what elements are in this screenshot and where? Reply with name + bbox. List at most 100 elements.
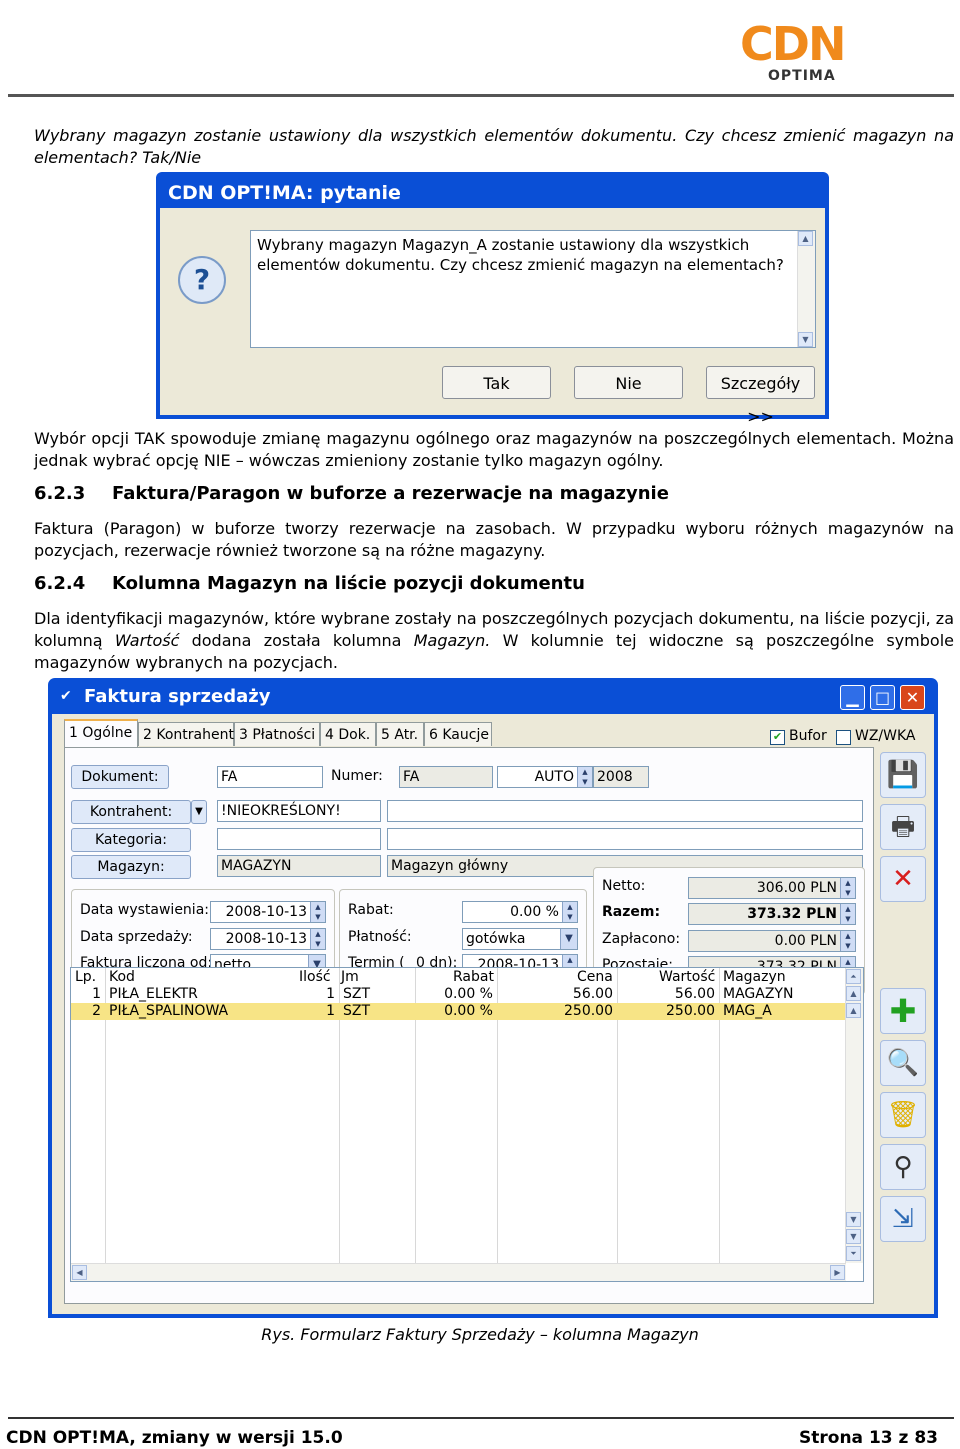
edit-icon[interactable]: 🔍 <box>880 1040 926 1086</box>
dialog-message-line1: Wybrany magazyn Magazyn_A zostanie ustaw… <box>257 236 750 254</box>
cancel-icon[interactable]: ✕ <box>880 856 926 902</box>
cell-jm: SZT <box>343 986 371 1002</box>
column-header-jm[interactable]: Jm <box>341 968 359 986</box>
grid-vertical-scrollbar[interactable]: ⏶ ▲ ▲ ▼ ▼ ⏷ <box>845 968 863 1263</box>
figure-caption: Rys. Formularz Faktury Sprzedaży – kolum… <box>261 1325 699 1344</box>
tab-dok[interactable]: 4 Dok. <box>320 722 376 746</box>
column-header-kod[interactable]: Kod <box>109 968 135 986</box>
warehouse-button[interactable]: Magazyn: <box>71 855 191 879</box>
footer-left: CDN OPT!MA, zmiany w wersji 15.0 <box>6 1428 343 1448</box>
column-header-rabat[interactable]: Rabat <box>453 968 494 986</box>
document-icon: ✔ <box>60 688 72 704</box>
sale-date-field[interactable]: 2008-10-13 ▲ ▼ <box>210 928 326 950</box>
sale-date-label: Data sprzedaży: <box>80 929 193 945</box>
column-header-lp[interactable]: Lp. <box>75 968 96 986</box>
chevron-down-icon[interactable]: ▼ <box>846 1212 861 1227</box>
issue-date-spinner[interactable]: ▲ ▼ <box>310 902 325 922</box>
section-number: 6.2.4 <box>34 573 86 594</box>
table-row-selected[interactable]: 2 PIŁA_SPALINOWA 1 SZT 0.00 % 250.00 250… <box>71 1003 846 1020</box>
question-icon: ? <box>178 256 226 304</box>
issue-date-field[interactable]: 2008-10-13 ▲ ▼ <box>210 901 326 923</box>
category-description-field[interactable] <box>387 828 863 850</box>
tab-atr[interactable]: 5 Atr. <box>376 722 424 746</box>
close-button[interactable]: ✕ <box>900 685 925 710</box>
number-auto-field[interactable]: AUTO ▲ ▼ <box>497 766 593 788</box>
logo-subtext: OPTIMA <box>768 68 836 84</box>
items-grid[interactable]: Lp. Kod Ilość Jm Rabat Cena Wartość Maga… <box>70 967 864 1282</box>
cell-ilosc: 1 <box>326 1003 335 1019</box>
category-code-field[interactable] <box>217 828 381 850</box>
warehouse-code-field[interactable]: MAGAZYN <box>217 855 381 877</box>
dialog-body: ? Wybrany magazyn Magazyn_A zostanie ust… <box>160 208 825 426</box>
discount-spinner[interactable]: ▲ ▼ <box>562 902 577 922</box>
scroll-top-icon[interactable]: ⏶ <box>846 969 861 984</box>
add-icon[interactable]: ✚ <box>880 988 926 1034</box>
chevron-down-icon[interactable]: ▼ <box>560 929 577 949</box>
tab-ogolne[interactable]: 1 Ogólne <box>64 719 138 747</box>
no-button[interactable]: Nie <box>574 366 683 399</box>
chevron-left-icon[interactable]: ◀ <box>72 1265 87 1280</box>
details-button[interactable]: Szczegóły >> <box>706 366 815 426</box>
contractor-button[interactable]: Kontrahent: <box>71 800 191 824</box>
cell-jm: SZT <box>343 1003 371 1019</box>
section-title: Kolumna Magazyn na liście pozycji dokume… <box>112 573 585 594</box>
tab-platnosci[interactable]: 3 Płatności <box>234 722 320 746</box>
grid-horizontal-scrollbar[interactable]: ◀ ▶ <box>71 1263 846 1281</box>
payment-method-value: gotówka <box>466 931 526 947</box>
scroll-bottom-icon[interactable]: ⏷ <box>846 1246 861 1261</box>
page-up-icon[interactable]: ▲ <box>846 986 861 1001</box>
category-button[interactable]: Kategoria: <box>71 828 191 852</box>
maximize-button[interactable]: □ <box>870 685 895 710</box>
chevron-down-icon[interactable]: ▼ <box>798 332 813 347</box>
table-row[interactable]: 1 PIŁA_ELEKTR 1 SZT 0.00 % 56.00 56.00 M… <box>71 986 846 1003</box>
column-header-wartosc[interactable]: Wartość <box>659 968 715 986</box>
contractor-dropdown-icon[interactable]: ▼ <box>191 800 207 824</box>
sale-date-spinner[interactable]: ▲ ▼ <box>310 929 325 949</box>
document-button[interactable]: Dokument: <box>71 765 169 789</box>
minimize-button[interactable]: ▁ <box>840 685 865 710</box>
cell-ilosc: 1 <box>326 986 335 1002</box>
cell-rabat: 0.00 % <box>444 1003 493 1019</box>
cell-kod: PIŁA_SPALINOWA <box>109 1003 229 1019</box>
total-label: Razem: <box>602 904 661 920</box>
net-value: 306.00 PLN <box>756 880 837 896</box>
document-type-field[interactable]: FA <box>217 766 323 788</box>
section-heading-623: 6.2.3 Faktura/Paragon w buforze a rezerwa… <box>34 483 669 504</box>
cell-cena: 56.00 <box>572 986 613 1002</box>
print-icon[interactable]: 🖶 <box>880 804 926 850</box>
chevron-right-icon[interactable]: ▶ <box>830 1265 845 1280</box>
bufor-checkbox[interactable]: ✔ <box>770 730 785 745</box>
page-number: Strona 13 z 83 <box>799 1428 938 1448</box>
header-rule <box>8 94 954 97</box>
export-icon[interactable]: ⇲ <box>880 1196 926 1242</box>
tab-kaucje[interactable]: 6 Kaucje <box>424 722 492 746</box>
number-series-field[interactable]: FA <box>399 766 493 788</box>
invoice-window: ✔ Faktura sprzedaży ▁ □ ✕ 1 Ogólne 2 Kon… <box>48 678 938 1318</box>
question-dialog: CDN OPT!MA: pytanie ? Wybrany magazyn Ma… <box>156 172 829 426</box>
page-down-icon[interactable]: ▼ <box>846 1229 861 1244</box>
contractor-code-field[interactable]: !NIEOKREŚLONY! <box>217 800 381 822</box>
section-number: 6.2.3 <box>34 483 86 504</box>
wzwka-checkbox[interactable] <box>836 730 851 745</box>
dialog-scrollbar[interactable]: ▲ ▼ <box>797 231 815 347</box>
save-icon[interactable]: 💾 <box>880 752 926 798</box>
chevron-up-icon[interactable]: ▲ <box>846 1003 861 1018</box>
contractor-name-field[interactable] <box>387 800 863 822</box>
discount-field[interactable]: 0.00 % ▲ ▼ <box>462 901 578 923</box>
number-spinner[interactable]: ▲ ▼ <box>577 767 592 787</box>
delete-icon[interactable]: 🗑 <box>880 1092 926 1138</box>
year-field[interactable]: 2008 <box>593 766 649 788</box>
chevron-up-icon[interactable]: ▲ <box>798 231 813 246</box>
cell-magazyn: MAGAZYN <box>723 986 794 1002</box>
yes-button[interactable]: Tak <box>442 366 551 399</box>
tab-kontrahent[interactable]: 2 Kontrahent <box>138 722 234 746</box>
cdn-optima-logo: CDN OPTIMA <box>740 18 860 88</box>
payment-method-select[interactable]: gotówka ▼ <box>462 928 578 950</box>
net-label: Netto: <box>602 878 646 894</box>
cell-cena: 250.00 <box>564 1003 613 1019</box>
column-header-magazyn[interactable]: Magazyn <box>723 968 786 986</box>
issue-date-label: Data wystawienia: <box>80 902 209 918</box>
column-header-ilosc[interactable]: Ilość <box>299 968 331 986</box>
column-header-cena[interactable]: Cena <box>577 968 613 986</box>
search-icon[interactable]: ⚲ <box>880 1144 926 1190</box>
